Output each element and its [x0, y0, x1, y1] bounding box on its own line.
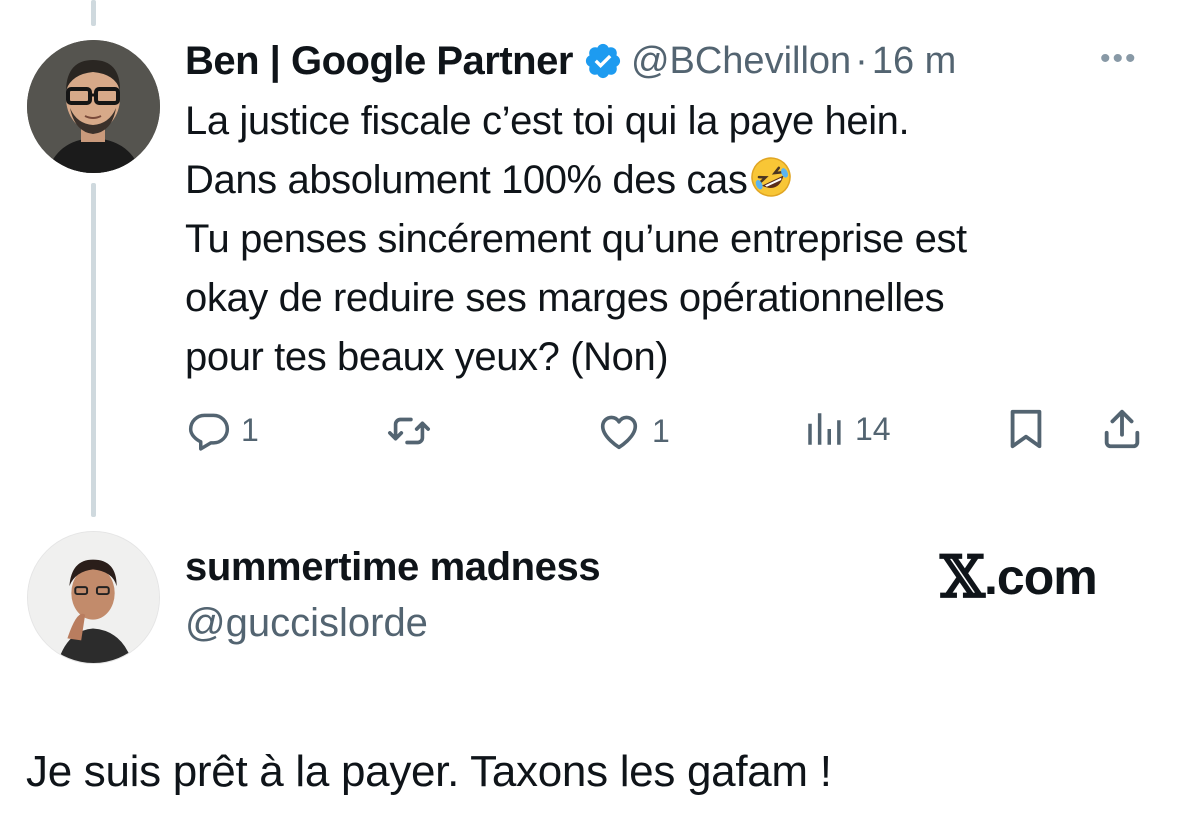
reply-text: Je suis prêt à la payer. Taxons les gafa…: [26, 747, 832, 796]
share-icon: [1104, 409, 1140, 449]
rolling-on-floor-laughing-emoji-icon: [749, 155, 793, 199]
verified-badge-icon: [583, 41, 623, 81]
share-button[interactable]: [1099, 406, 1145, 452]
author-display-name[interactable]: Ben | Google Partner: [185, 39, 573, 84]
brand-domain-text: .com: [984, 549, 1098, 605]
x-logo-icon: 𝕏: [940, 543, 985, 611]
tweet-text-line: Tu penses sincérement qu’une entreprise …: [185, 217, 967, 261]
quoted-user-handle[interactable]: @guccislorde: [185, 601, 428, 646]
tweet-text-line: Dans absolument 100% des cas: [185, 158, 748, 202]
avatar[interactable]: [27, 531, 160, 664]
thread-line: [91, 183, 96, 517]
views-button[interactable]: 14: [803, 408, 891, 450]
avatar-image-summertime: [28, 532, 159, 663]
separator-dot: ·: [855, 39, 868, 82]
bookmark-icon: [1010, 409, 1042, 449]
tweet-text: La justice fiscale c’est toi qui la paye…: [185, 92, 1145, 387]
heart-icon: [600, 415, 638, 450]
quoted-user-display-name[interactable]: summertime madness: [185, 545, 601, 590]
bookmark-button[interactable]: [1003, 406, 1049, 452]
tweet-text-line: pour tes beaux yeux? (Non): [185, 335, 669, 379]
tweet-text-line: La justice fiscale c’est toi qui la paye…: [185, 99, 910, 143]
retweet-icon: [388, 417, 430, 445]
tweet-timestamp[interactable]: 16 m: [872, 40, 956, 83]
tweet-text-line: okay de reduire ses marges opérationnell…: [185, 276, 945, 320]
tweet-header: Ben | Google Partner @BChevillon · 16 m: [185, 36, 956, 86]
x-com-logo: 𝕏 .com: [940, 543, 1098, 611]
tweet-text-line-with-emoji: Dans absolument 100% des cas: [185, 151, 1145, 210]
reply-button[interactable]: 1: [187, 408, 259, 452]
like-button[interactable]: 1: [596, 408, 670, 454]
retweet-button[interactable]: [386, 408, 432, 454]
reply-icon: [188, 413, 230, 451]
author-handle[interactable]: @BChevillon: [631, 40, 851, 83]
avatar[interactable]: [27, 40, 160, 173]
reply-count: 1: [241, 411, 259, 448]
views-count: 14: [855, 410, 891, 447]
more-options-icon[interactable]: •••: [1100, 42, 1138, 76]
avatar-image-ben: [27, 40, 160, 173]
thread-line-top: [91, 0, 96, 26]
like-count: 1: [652, 412, 670, 449]
views-icon: [808, 413, 841, 445]
